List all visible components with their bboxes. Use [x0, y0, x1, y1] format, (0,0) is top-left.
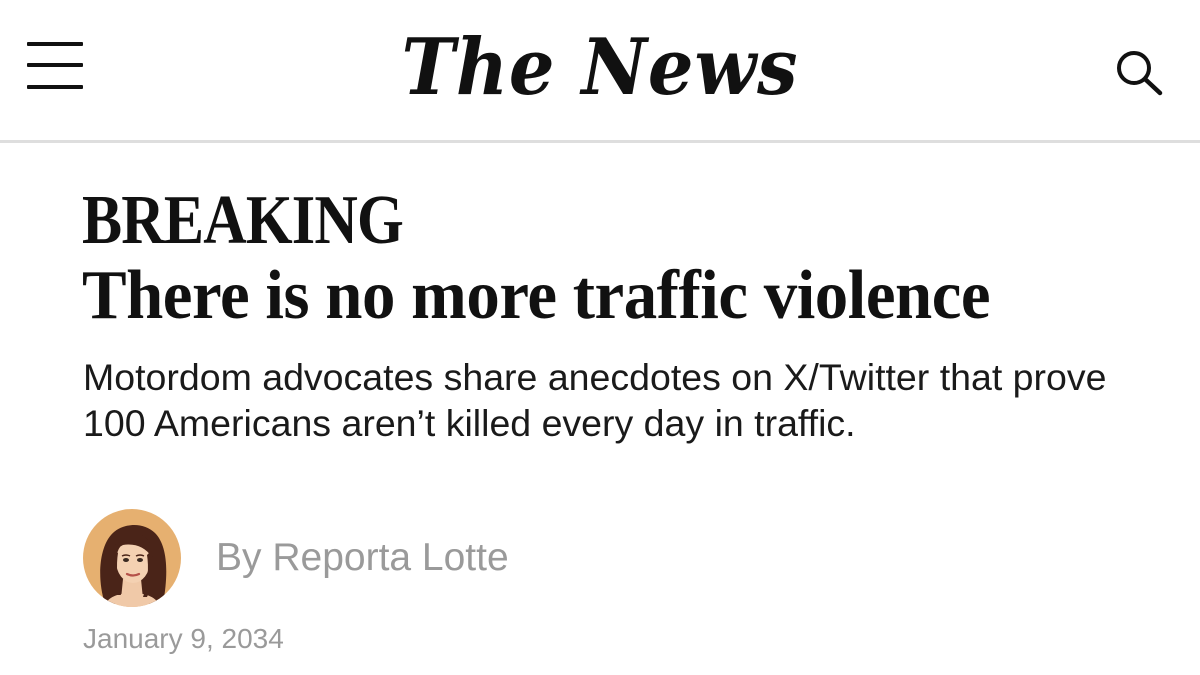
masthead: The News	[0, 0, 1200, 143]
site-logo[interactable]: The News	[48, 18, 1152, 118]
search-icon-graphic	[1117, 51, 1163, 96]
author-byline[interactable]: By Reporta Lotte	[216, 535, 509, 581]
author-avatar[interactable]	[83, 509, 181, 607]
publish-date: January 9, 2034	[83, 623, 284, 654]
breaking-label: BREAKING	[82, 182, 404, 259]
author-avatar-graphic	[83, 509, 181, 607]
search-icon[interactable]	[1112, 48, 1166, 96]
article-subheadline: Motordom advocates share anecdotes on X/…	[83, 356, 1107, 444]
article-headline: There is no more traffic violence	[82, 257, 991, 334]
